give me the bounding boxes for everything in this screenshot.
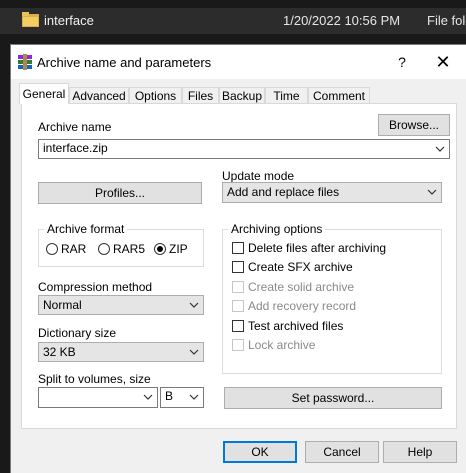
archive-name-field[interactable]: interface.zip bbox=[38, 139, 450, 159]
radio-zip-label[interactable]: ZIP bbox=[169, 242, 188, 256]
chevron-down-icon bbox=[189, 349, 199, 355]
browse-button[interactable]: Browse... bbox=[378, 114, 450, 136]
radio-rar-label[interactable]: RAR bbox=[61, 242, 86, 256]
chevron-down-icon[interactable] bbox=[143, 388, 153, 407]
cancel-button[interactable]: Cancel bbox=[305, 441, 379, 463]
explorer-file-type: File fold bbox=[427, 13, 466, 28]
delete-files-label[interactable]: Delete files after archiving bbox=[248, 241, 386, 255]
update-mode-select[interactable]: Add and replace files bbox=[222, 182, 442, 203]
compression-method-select[interactable]: Normal bbox=[38, 295, 204, 315]
create-solid-checkbox bbox=[232, 281, 244, 293]
archive-name-label: Archive name bbox=[38, 120, 112, 134]
compression-method-value: Normal bbox=[43, 298, 82, 312]
dialog-title: Archive name and parameters bbox=[37, 55, 212, 70]
archive-name-value: interface.zip bbox=[43, 141, 108, 155]
archive-format-label: Archive format bbox=[44, 222, 128, 236]
chevron-down-icon[interactable] bbox=[435, 140, 445, 158]
help-icon[interactable]: ? bbox=[387, 48, 417, 76]
archiving-options-label: Archiving options bbox=[228, 222, 326, 236]
delete-files-checkbox[interactable] bbox=[232, 242, 244, 254]
archive-dialog: Archive name and parameters ? ✕ General … bbox=[10, 44, 466, 473]
ok-button[interactable]: OK bbox=[223, 441, 297, 463]
help-button[interactable]: Help bbox=[383, 441, 457, 463]
winrar-icon bbox=[18, 54, 32, 70]
general-panel: Archive name Browse... interface.zip Pro… bbox=[21, 103, 457, 429]
tab-time[interactable]: Time bbox=[265, 87, 308, 103]
tab-files[interactable]: Files bbox=[182, 87, 219, 103]
recovery-record-checkbox bbox=[232, 300, 244, 312]
dictionary-size-label: Dictionary size bbox=[38, 326, 117, 340]
tab-advanced[interactable]: Advanced bbox=[69, 87, 129, 103]
lock-archive-label: Lock archive bbox=[248, 338, 316, 352]
radio-rar[interactable] bbox=[46, 243, 58, 255]
chevron-down-icon bbox=[189, 302, 199, 308]
split-volumes-field[interactable] bbox=[38, 387, 158, 408]
chevron-down-icon bbox=[189, 394, 199, 400]
dictionary-size-value: 32 KB bbox=[43, 345, 76, 359]
close-icon[interactable]: ✕ bbox=[425, 48, 461, 76]
split-unit-select[interactable]: B bbox=[160, 387, 204, 408]
radio-zip[interactable] bbox=[154, 243, 166, 255]
explorer-file-date: 1/20/2022 10:56 PM bbox=[283, 13, 401, 28]
recovery-record-label: Add recovery record bbox=[248, 299, 357, 313]
split-unit-value: B bbox=[165, 389, 174, 403]
create-sfx-checkbox[interactable] bbox=[232, 261, 244, 273]
update-mode-value: Add and replace files bbox=[227, 185, 340, 199]
tab-general[interactable]: General bbox=[19, 83, 69, 104]
tab-backup[interactable]: Backup bbox=[219, 87, 265, 103]
compression-method-label: Compression method bbox=[38, 280, 153, 294]
tab-options[interactable]: Options bbox=[129, 87, 182, 103]
chevron-down-icon bbox=[427, 189, 437, 195]
radio-rar5-label[interactable]: RAR5 bbox=[113, 242, 145, 256]
tab-comment[interactable]: Comment bbox=[308, 87, 370, 103]
create-solid-label: Create solid archive bbox=[248, 280, 355, 294]
profiles-button[interactable]: Profiles... bbox=[38, 182, 202, 204]
dictionary-size-select[interactable]: 32 KB bbox=[38, 342, 204, 362]
test-files-label[interactable]: Test archived files bbox=[248, 319, 343, 333]
title-bar[interactable]: Archive name and parameters ? ✕ bbox=[11, 45, 466, 79]
lock-archive-checkbox bbox=[232, 339, 244, 351]
create-sfx-label[interactable]: Create SFX archive bbox=[248, 260, 353, 274]
radio-rar5[interactable] bbox=[98, 243, 110, 255]
explorer-background: interface 1/20/2022 10:56 PM File fold bbox=[0, 0, 466, 44]
set-password-button[interactable]: Set password... bbox=[224, 387, 442, 409]
update-mode-label: Update mode bbox=[222, 169, 295, 183]
split-volumes-label: Split to volumes, size bbox=[38, 372, 151, 386]
explorer-file-name[interactable]: interface bbox=[44, 13, 94, 28]
folder-icon bbox=[22, 12, 39, 27]
test-files-checkbox[interactable] bbox=[232, 320, 244, 332]
